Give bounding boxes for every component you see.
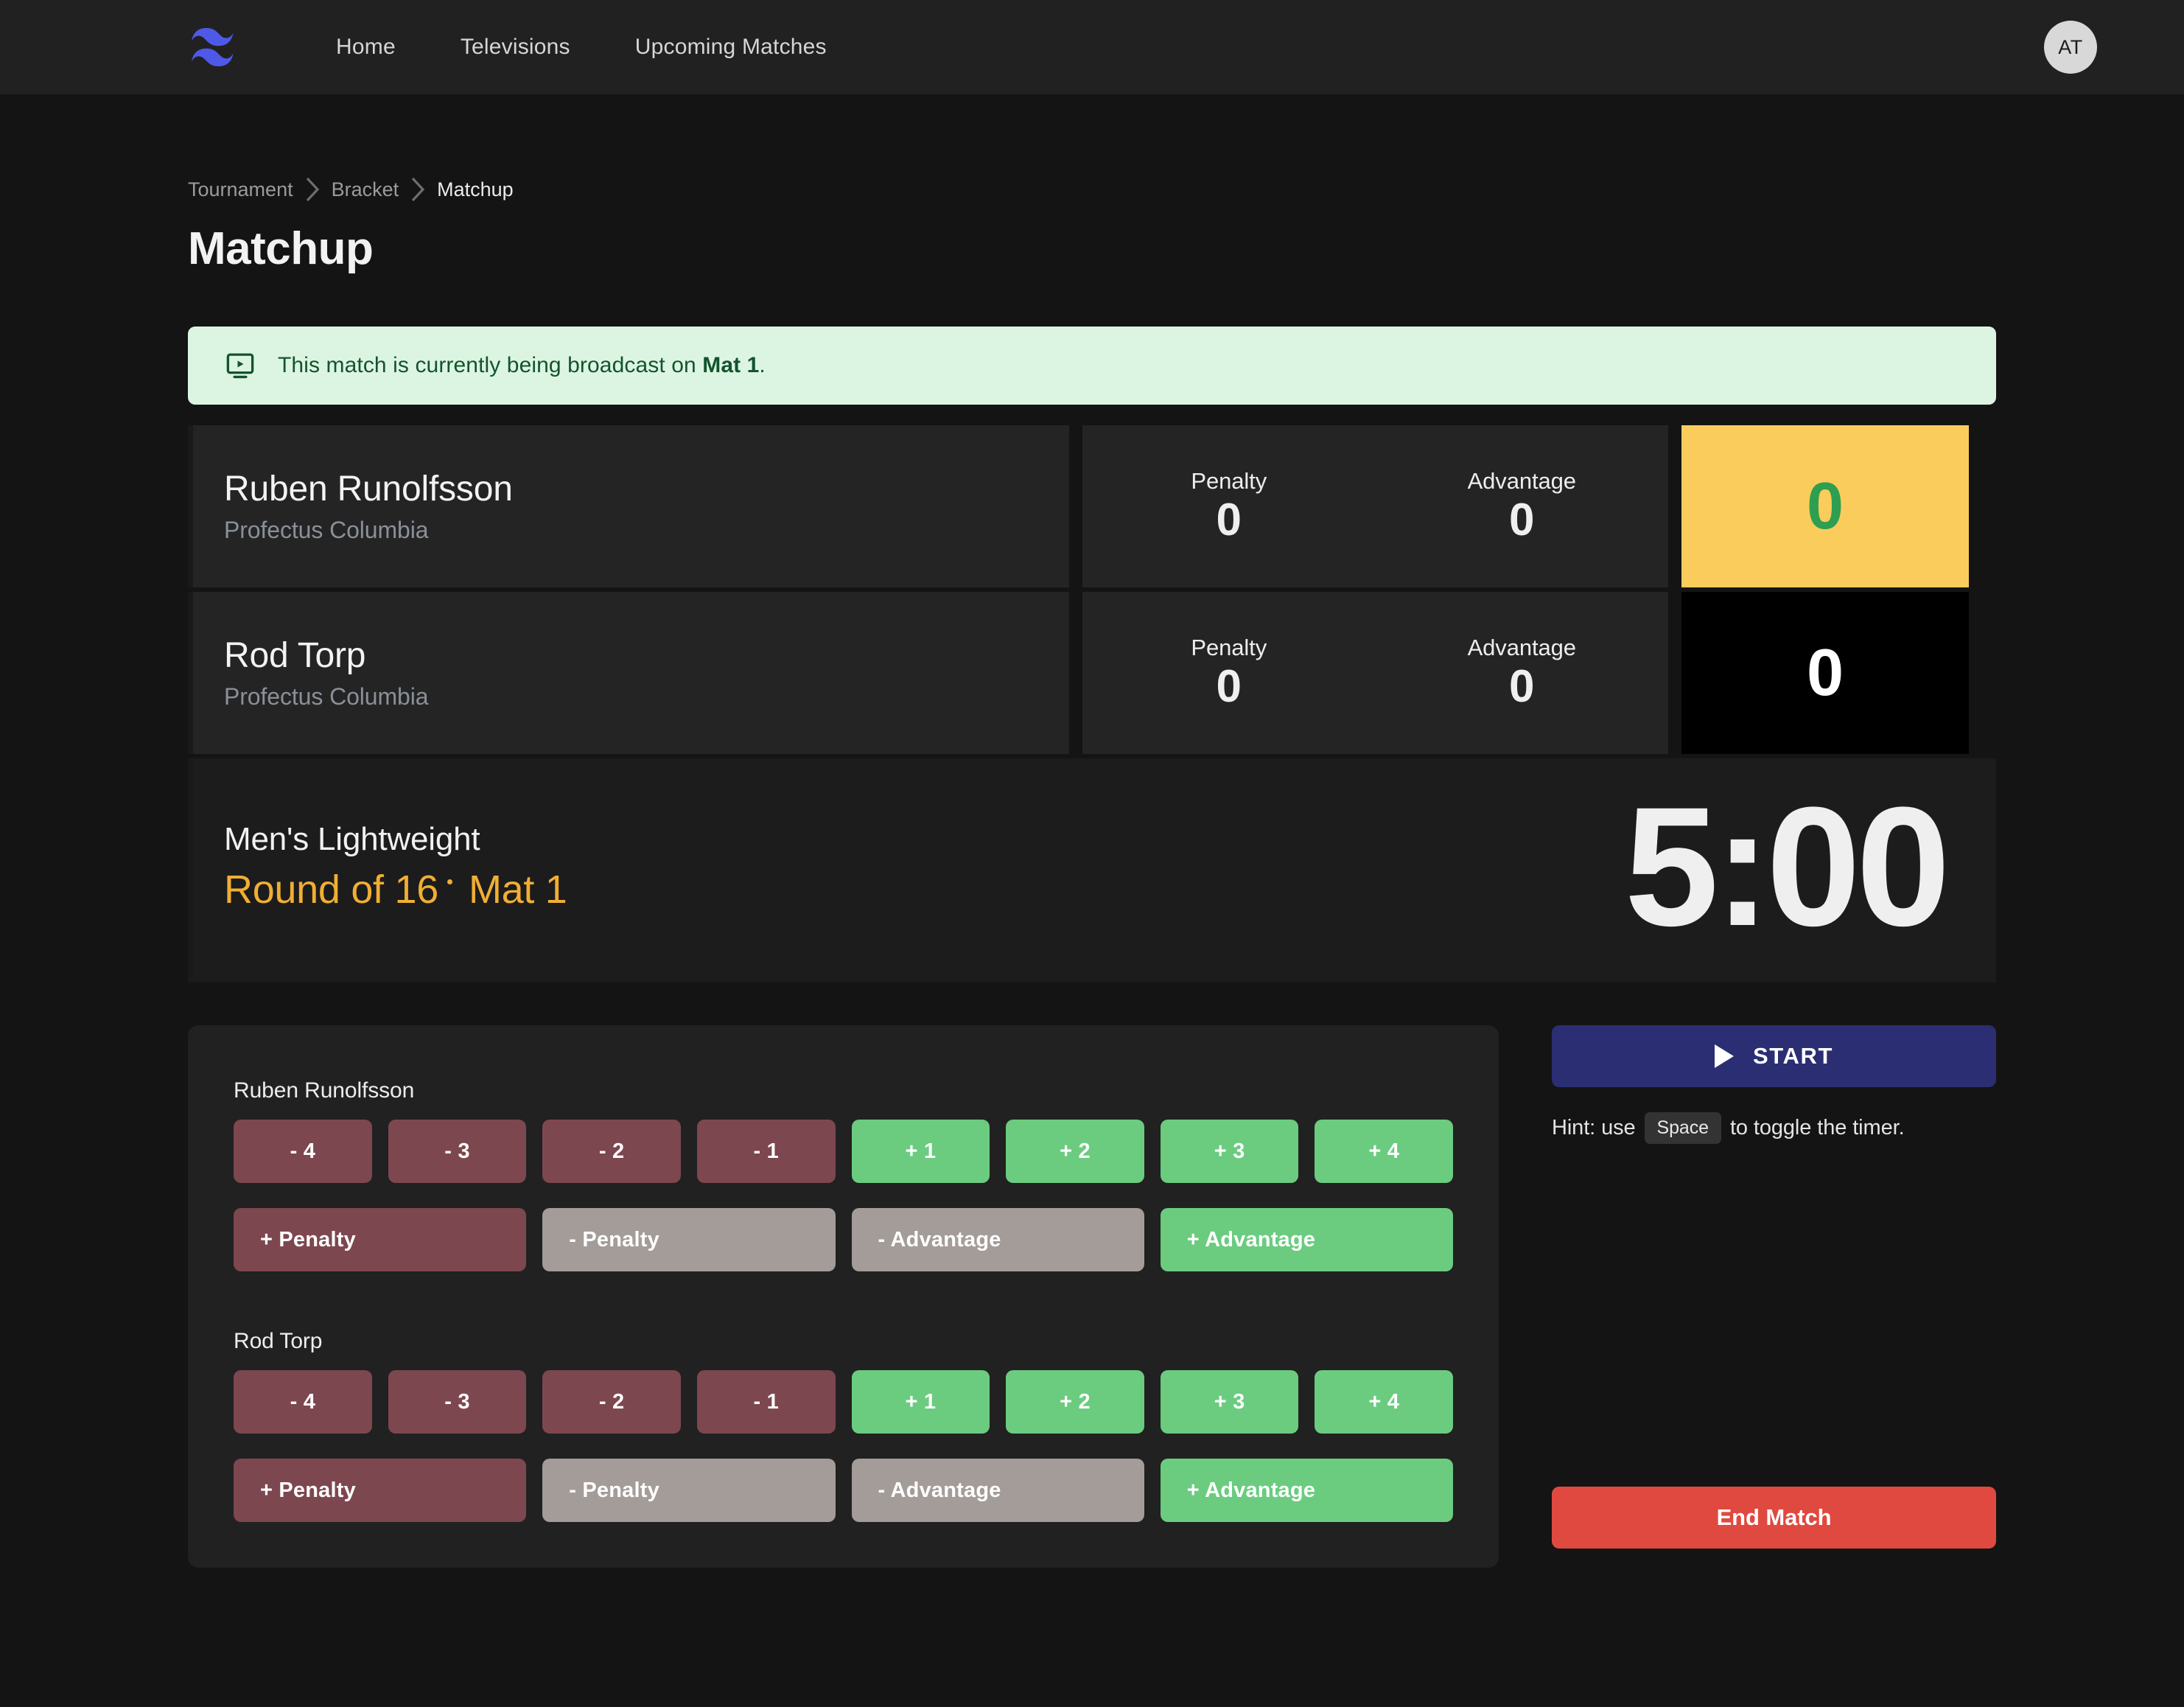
penalty-advantage-group-1: Penalty 0 Advantage 0: [1082, 425, 1668, 587]
space-key-badge: Space: [1644, 1112, 1721, 1145]
p1-remove-advantage-button[interactable]: - Advantage: [851, 1208, 1144, 1272]
p1-plus-3-button[interactable]: + 3: [1160, 1120, 1299, 1184]
penalty-value: 0: [1216, 495, 1242, 546]
advantage-cell-2: Advantage 0: [1376, 635, 1669, 711]
p2-plus-4-button[interactable]: + 4: [1315, 1370, 1453, 1434]
p2-minus-4-button[interactable]: - 4: [234, 1370, 372, 1434]
broadcast-mat: Mat 1: [702, 353, 760, 377]
competitor-team: Profectus Columbia: [224, 683, 429, 711]
p1-minus-4-button[interactable]: - 4: [234, 1120, 372, 1184]
mat-label: Mat 1: [468, 868, 567, 912]
round-and-mat: Round of 16 Mat 1: [224, 867, 1625, 912]
breadcrumb-item-tournament[interactable]: Tournament: [188, 178, 293, 201]
match-timer: 5:00: [1624, 772, 1950, 961]
p2-minus-2-button[interactable]: - 2: [542, 1370, 681, 1434]
p2-add-penalty-button[interactable]: + Penalty: [234, 1459, 527, 1523]
p1-plus-2-button[interactable]: + 2: [1006, 1120, 1144, 1184]
score-box-2: 0: [1681, 592, 1969, 754]
competitor-card-1: Ruben Runolfsson Profectus Columbia: [188, 425, 1069, 587]
advantage-value: 0: [1509, 495, 1535, 546]
p1-plus-4-button[interactable]: + 4: [1315, 1120, 1453, 1184]
control-player-label-1: Ruben Runolfsson: [234, 1078, 415, 1103]
p1-minus-3-button[interactable]: - 3: [388, 1120, 527, 1184]
score-value: 0: [1806, 469, 1844, 543]
p2-minus-3-button[interactable]: - 3: [388, 1370, 527, 1434]
control-player-label-2: Rod Torp: [234, 1329, 323, 1354]
p2-plus-1-button[interactable]: + 1: [851, 1370, 990, 1434]
point-button-row-2: - 4 - 3 - 2 - 1 + 1 + 2 + 3 + 4: [234, 1370, 1453, 1434]
breadcrumb-item-matchup: Matchup: [437, 178, 514, 200]
scoring-control-panel: Ruben Runolfsson - 4 - 3 - 2 - 1 + 1 + 2…: [188, 1025, 1499, 1568]
start-timer-button[interactable]: START: [1552, 1025, 1996, 1088]
hint-suffix: to toggle the timer.: [1729, 1116, 1905, 1140]
avatar[interactable]: AT: [2044, 21, 2097, 74]
point-button-row-1: - 4 - 3 - 2 - 1 + 1 + 2 + 3 + 4: [234, 1120, 1453, 1184]
penalty-cell-1: Penalty 0: [1082, 468, 1376, 544]
scoreboard-row: Ruben Runolfsson Profectus Columbia Pena…: [188, 425, 1996, 587]
penalty-label: Penalty: [1191, 635, 1267, 661]
broadcast-suffix: .: [759, 353, 766, 377]
scoreboard-row: Rod Torp Profectus Columbia Penalty 0 Ad…: [188, 592, 1996, 754]
round-label: Round of 16: [224, 868, 438, 912]
competitor-name: Rod Torp: [224, 635, 366, 675]
p2-plus-3-button[interactable]: + 3: [1160, 1370, 1299, 1434]
p1-remove-penalty-button[interactable]: - Penalty: [542, 1208, 836, 1272]
chevron-right-icon: [293, 177, 332, 202]
p1-plus-1-button[interactable]: + 1: [851, 1120, 990, 1184]
nav-links: Home Televisions Upcoming Matches: [304, 35, 859, 60]
nav-link-televisions[interactable]: Televisions: [428, 35, 603, 60]
p1-minus-1-button[interactable]: - 1: [696, 1120, 836, 1184]
chevron-right-icon: [399, 177, 437, 202]
advantage-value: 0: [1509, 661, 1535, 713]
p1-add-advantage-button[interactable]: + Advantage: [1160, 1208, 1453, 1272]
broadcast-banner: This match is currently being broadcast …: [188, 327, 1996, 405]
penalty-cell-2: Penalty 0: [1082, 635, 1376, 711]
tv-play-icon: [225, 350, 256, 381]
competitor-card-2: Rod Torp Profectus Columbia: [188, 592, 1069, 754]
penalty-label: Penalty: [1191, 468, 1267, 495]
advantage-label: Advantage: [1467, 468, 1576, 495]
division-block: Men's Lightweight Round of 16 Mat 1: [224, 821, 1625, 912]
penalty-value: 0: [1216, 661, 1242, 713]
p1-minus-2-button[interactable]: - 2: [542, 1120, 681, 1184]
broadcast-banner-text: This match is currently being broadcast …: [278, 353, 766, 378]
play-icon: [1714, 1044, 1734, 1069]
page-content: Tournament Bracket Matchup Matchup This …: [0, 177, 2184, 1568]
score-value: 0: [1806, 636, 1844, 710]
match-info-row: Men's Lightweight Round of 16 Mat 1 5:00: [188, 758, 1996, 983]
hint-prefix: Hint: use: [1552, 1116, 1636, 1140]
division-name: Men's Lightweight: [224, 821, 480, 858]
start-button-label: START: [1752, 1043, 1834, 1069]
controls-row: Ruben Runolfsson - 4 - 3 - 2 - 1 + 1 + 2…: [188, 1025, 1996, 1568]
p1-add-penalty-button[interactable]: + Penalty: [234, 1208, 527, 1272]
timer-control-sidebar: START Hint: use Space to toggle the time…: [1552, 1025, 1996, 1549]
advantage-label: Advantage: [1467, 635, 1576, 661]
timer-hint: Hint: use Space to toggle the timer.: [1552, 1112, 1996, 1145]
p2-remove-penalty-button[interactable]: - Penalty: [542, 1459, 836, 1523]
modifier-button-row-1: + Penalty - Penalty - Advantage + Advant…: [234, 1208, 1453, 1272]
end-match-button[interactable]: End Match: [1552, 1487, 1996, 1549]
p2-minus-1-button[interactable]: - 1: [696, 1370, 836, 1434]
competitor-name: Ruben Runolfsson: [224, 469, 513, 509]
advantage-cell-1: Advantage 0: [1376, 468, 1669, 544]
dot-separator-icon: [447, 879, 452, 884]
breadcrumb: Tournament Bracket Matchup: [188, 177, 1996, 202]
broadcast-prefix: This match is currently being broadcast …: [278, 353, 703, 377]
nav-link-upcoming-matches[interactable]: Upcoming Matches: [603, 35, 859, 60]
competitor-team: Profectus Columbia: [224, 517, 429, 544]
p2-add-advantage-button[interactable]: + Advantage: [1160, 1459, 1453, 1523]
top-navbar: Home Televisions Upcoming Matches AT: [0, 0, 2184, 94]
breadcrumb-item-bracket[interactable]: Bracket: [332, 178, 399, 201]
score-box-1: 0: [1681, 425, 1969, 587]
scoreboard: Ruben Runolfsson Profectus Columbia Pena…: [188, 425, 1996, 983]
p2-remove-advantage-button[interactable]: - Advantage: [851, 1459, 1144, 1523]
control-block-divider: [234, 1271, 1453, 1329]
penalty-advantage-group-2: Penalty 0 Advantage 0: [1082, 592, 1668, 754]
p2-plus-2-button[interactable]: + 2: [1006, 1370, 1144, 1434]
nav-link-home[interactable]: Home: [304, 35, 428, 60]
page-title: Matchup: [188, 223, 374, 274]
tailwind-wave-logo[interactable]: [188, 27, 234, 68]
modifier-button-row-2: + Penalty - Penalty - Advantage + Advant…: [234, 1459, 1453, 1523]
